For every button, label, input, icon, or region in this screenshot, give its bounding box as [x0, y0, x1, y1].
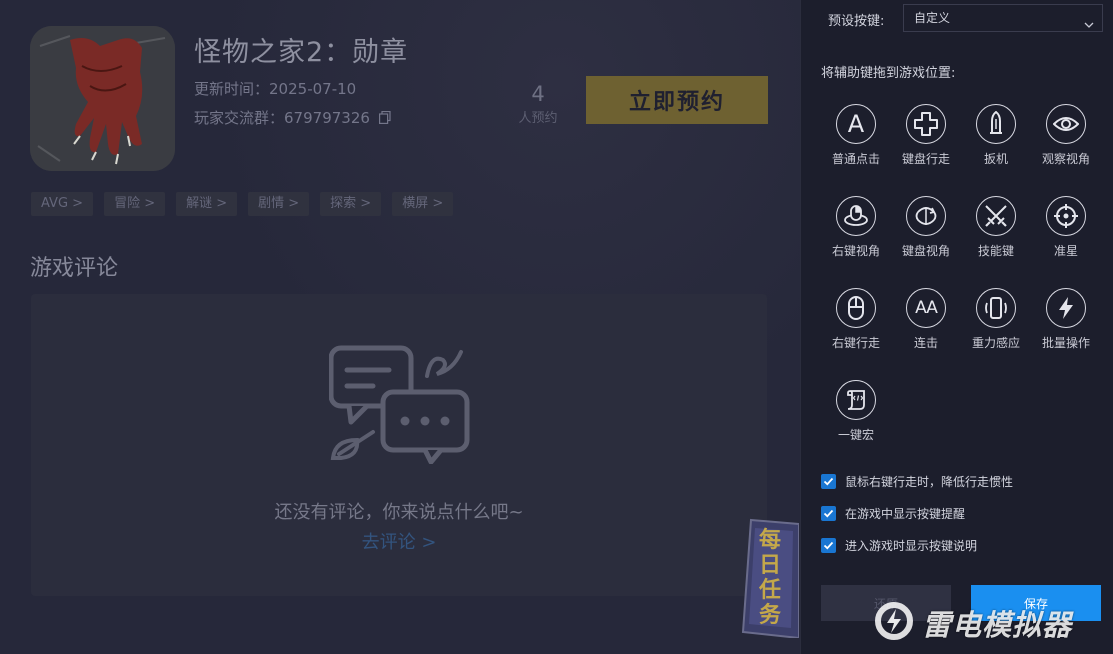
update-time: 更新时间：2025-07-10 [194, 80, 357, 98]
player-group: 玩家交流群：679797326 [194, 107, 391, 128]
tag-list: AVG > 冒险 > 解谜 > 剧情 > 探索 > 横屏 > [31, 192, 454, 216]
key-skill[interactable]: 技能键 [961, 196, 1031, 259]
key-mapping-panel: 预设按键: 自定义 将辅助键拖到游戏位置: A 普通点击 键盘行走 扳机 观察视… [800, 0, 1113, 654]
bullet-icon [976, 104, 1016, 144]
tag-item[interactable]: 探索 > [320, 192, 382, 216]
tag-item[interactable]: 剧情 > [248, 192, 310, 216]
key-keyboard-walk[interactable]: 键盘行走 [891, 104, 961, 167]
mouse-rotate-icon [836, 196, 876, 236]
key-batch-operation[interactable]: 批量操作 [1031, 288, 1101, 351]
tag-item[interactable]: 横屏 > [392, 192, 454, 216]
save-button[interactable]: 保存 [971, 585, 1101, 621]
mouse-icon [836, 288, 876, 328]
checkbox-checked-icon[interactable] [821, 506, 836, 521]
reserve-count-label: 人预约 [518, 111, 558, 126]
key-gravity-sensor[interactable]: 重力感应 [961, 288, 1031, 351]
crossed-swords-icon [976, 196, 1016, 236]
option-reduce-inertia[interactable]: 鼠标右键行走时，降低行走惯性 [821, 473, 1013, 490]
key-keyboard-view[interactable]: 键盘视角 [891, 196, 961, 259]
dpad-icon [906, 104, 946, 144]
script-icon [836, 380, 876, 420]
key-observe-view[interactable]: 观察视角 [1031, 104, 1101, 167]
eye-icon [1046, 104, 1086, 144]
key-right-click-walk[interactable]: 右键行走 [821, 288, 891, 351]
key-normal-click[interactable]: A 普通点击 [821, 104, 891, 167]
preset-label: 预设按键: [828, 14, 885, 29]
option-show-key-guide[interactable]: 进入游戏时显示按键说明 [821, 537, 977, 554]
lightning-icon [1046, 288, 1086, 328]
option-show-key-hints[interactable]: 在游戏中显示按键提醒 [821, 505, 965, 522]
tag-item[interactable]: AVG > [31, 192, 94, 216]
double-a-icon: AA [906, 288, 946, 328]
checkbox-checked-icon[interactable] [821, 538, 836, 553]
key-combo[interactable]: AA 连击 [891, 288, 961, 351]
key-crosshair[interactable]: 准星 [1031, 196, 1101, 259]
reviews-empty-state: 还没有评论，你来说点什么吧~ 去评论 > [31, 294, 767, 596]
empty-comments-icon [328, 344, 474, 465]
game-detail-page: 怪物之家2：勋章 更新时间：2025-07-10 玩家交流群：679797326… [0, 0, 800, 654]
key-one-click-macro[interactable]: 一键宏 [821, 380, 891, 443]
tag-item[interactable]: 冒险 > [104, 192, 166, 216]
reset-button[interactable]: 还原 [821, 585, 951, 621]
phone-vibrate-icon [976, 288, 1016, 328]
reviews-section-title: 游戏评论 [30, 256, 119, 281]
rotate-view-icon [906, 196, 946, 236]
key-trigger[interactable]: 扳机 [961, 104, 1031, 167]
game-title: 怪物之家2：勋章 [194, 37, 409, 68]
chevron-down-icon [1084, 13, 1094, 28]
copy-icon[interactable] [378, 110, 391, 124]
game-cover-image [30, 26, 175, 171]
letter-a-icon: A [836, 104, 876, 144]
tag-item[interactable]: 解谜 > [176, 192, 238, 216]
preset-select[interactable]: 自定义 [903, 4, 1103, 32]
go-review-link[interactable]: 去评论 > [31, 528, 767, 554]
key-right-click-view[interactable]: 右键视角 [821, 196, 891, 259]
reserve-button[interactable]: 立即预约 [586, 76, 768, 124]
empty-review-text: 还没有评论，你来说点什么吧~ [274, 502, 524, 523]
reserve-count: 4 [531, 82, 545, 106]
drag-hint: 将辅助键拖到游戏位置: [821, 66, 956, 81]
crosshair-icon [1046, 196, 1086, 236]
checkbox-checked-icon[interactable] [821, 474, 836, 489]
daily-task-text: 每日任务 [758, 528, 781, 628]
preset-selected-value: 自定义 [914, 11, 951, 25]
daily-task-badge[interactable]: 每日任务 [741, 516, 800, 640]
